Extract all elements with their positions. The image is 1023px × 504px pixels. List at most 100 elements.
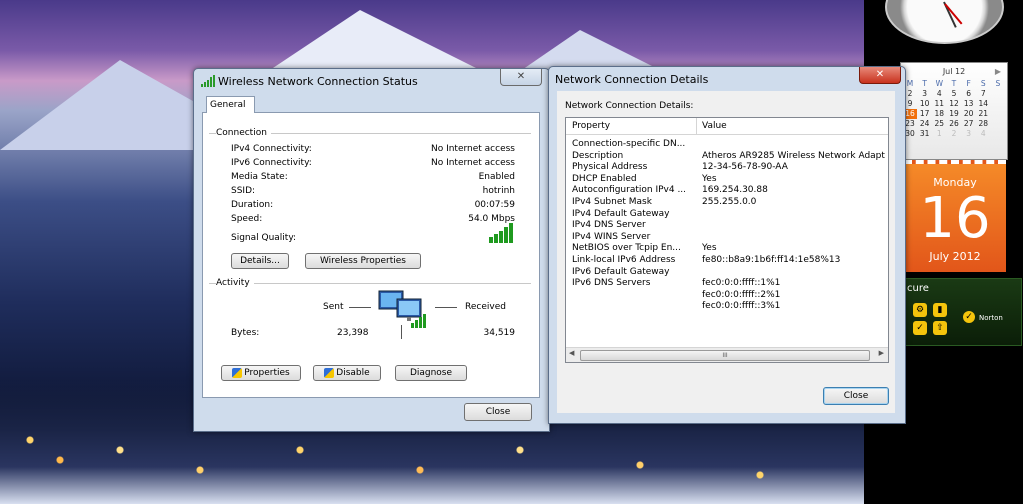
details-row-property: IPv4 Default Gateway xyxy=(572,208,670,219)
norton-update-icon[interactable]: ⇧ xyxy=(933,321,947,335)
details-row[interactable]: IPv4 Default Gateway xyxy=(566,209,888,220)
scroll-left-icon[interactable]: ◀ xyxy=(569,349,574,357)
bytes-sent-value: 23,398 xyxy=(337,328,369,338)
received-label: Received xyxy=(465,302,506,312)
network-computers-icon xyxy=(378,290,426,328)
details-row[interactable]: NetBIOS over Tcpip En... Yes xyxy=(566,243,888,254)
status-window-title: Wireless Network Connection Status xyxy=(218,75,418,88)
details-row[interactable]: Link-local IPv6 Address fe80::b8a9:1b6f:f… xyxy=(566,255,888,266)
norton-scan-icon[interactable]: ⚙ xyxy=(913,303,927,317)
diagnose-button[interactable]: Diagnose xyxy=(395,365,467,381)
details-row[interactable]: fec0:0:0:ffff::3%1 xyxy=(566,301,888,312)
details-row[interactable]: DHCP Enabled Yes xyxy=(566,174,888,185)
duration-label: Duration: xyxy=(231,200,274,210)
details-row[interactable]: Autoconfiguration IPv4 ... 169.254.30.88 xyxy=(566,185,888,196)
calendar-day-cell[interactable] xyxy=(991,119,1005,129)
properties-button[interactable]: Properties xyxy=(221,365,301,381)
details-row[interactable]: IPv6 DNS Servers fec0:0:0:ffff::1%1 xyxy=(566,278,888,289)
calendar-weekday-cell: T xyxy=(922,79,927,88)
calendar-day-cell[interactable]: 3 xyxy=(962,129,976,139)
calendar-day-cell[interactable]: 4 xyxy=(932,89,946,99)
details-row-value: Atheros AR9285 Wireless Network Adapt xyxy=(702,150,885,161)
details-row-property: NetBIOS over Tcpip En... xyxy=(572,243,681,254)
details-row[interactable]: IPv6 Default Gateway xyxy=(566,267,888,278)
media-state-value: Enabled xyxy=(478,172,515,182)
details-row[interactable]: IPv4 WINS Server xyxy=(566,232,888,243)
norton-title: cure xyxy=(907,283,929,294)
calendar-next-arrow-icon[interactable]: ▶ xyxy=(995,67,1001,76)
details-button[interactable]: Details... xyxy=(231,253,289,269)
column-header-value[interactable]: Value xyxy=(702,121,727,131)
calendar-day-cell[interactable]: 1 xyxy=(932,129,946,139)
details-close-button[interactable]: Close xyxy=(823,387,889,405)
details-listview[interactable]: Property Value Connection-specific DN...… xyxy=(565,117,889,363)
details-window-close-icon[interactable]: ✕ xyxy=(859,67,901,84)
disable-button[interactable]: Disable xyxy=(313,365,381,381)
details-group-label: Network Connection Details: xyxy=(565,101,694,111)
calendar-day-cell[interactable]: 24 xyxy=(918,119,932,129)
calendar-week-row: 16 17 18 19 20 21 xyxy=(903,109,1005,119)
calendar-day-cell[interactable]: 31 xyxy=(918,129,932,139)
calendar-day-cell[interactable]: 19 xyxy=(947,109,961,119)
calendar-day-cell[interactable] xyxy=(991,109,1005,119)
calendar-day-cell[interactable]: 27 xyxy=(962,119,976,129)
calendar-day-cell[interactable] xyxy=(991,99,1005,109)
details-row[interactable]: Connection-specific DN... xyxy=(566,139,888,150)
status-close-button[interactable]: Close xyxy=(464,403,532,421)
calendar-day-cell[interactable] xyxy=(991,129,1005,139)
activity-group-label: Activity xyxy=(216,278,254,288)
calendar-day-cell[interactable]: 5 xyxy=(947,89,961,99)
calendar-weekday-cell: S xyxy=(995,79,1001,88)
calendar-day-cell[interactable]: 10 xyxy=(918,99,932,109)
details-row-property: Autoconfiguration IPv4 ... xyxy=(572,185,687,196)
details-row[interactable]: Physical Address 12-34-56-78-90-AA xyxy=(566,162,888,173)
calendar-grid: M T W T F S S 2 3 4 5 6 7 9 10 11 12 13 14 16 17 18 19 20 21 23 24… xyxy=(903,79,1005,139)
norton-device-icon[interactable]: ▮ xyxy=(933,303,947,317)
wireless-properties-button[interactable]: Wireless Properties xyxy=(305,253,421,269)
media-state-label: Media State: xyxy=(231,172,288,182)
calendar-day-cell[interactable]: 18 xyxy=(932,109,946,119)
calendar-day-cell[interactable]: 26 xyxy=(947,119,961,129)
calendar-day-cell[interactable]: 4 xyxy=(976,129,990,139)
norton-brand: Norton xyxy=(979,314,1003,322)
status-window-close-icon[interactable]: ✕ xyxy=(500,69,542,86)
calendar-day-number: 16 xyxy=(919,186,991,251)
details-row[interactable]: IPv4 DNS Server xyxy=(566,220,888,231)
norton-gadget[interactable]: cure ⚙ ▮ ✓ ⇧ ✓ Norton xyxy=(902,278,1022,346)
calendar-day-cell[interactable]: 11 xyxy=(932,99,946,109)
calendar-day-cell[interactable]: 3 xyxy=(918,89,932,99)
calendar-week-row: 9 10 11 12 13 14 xyxy=(903,99,1005,109)
details-row-property: Physical Address xyxy=(572,162,648,173)
calendar-day-cell[interactable]: 14 xyxy=(976,99,990,109)
details-window: Network Connection Details ✕ Network Con… xyxy=(548,66,906,424)
calendar-day-cell[interactable]: 6 xyxy=(962,89,976,99)
calendar-day-cell[interactable]: 7 xyxy=(976,89,990,99)
norton-logo-check-icon: ✓ xyxy=(963,311,975,323)
ipv6-connectivity-label: IPv6 Connectivity: xyxy=(231,158,312,168)
tab-general[interactable]: General xyxy=(206,96,255,113)
calendar-day-cell[interactable]: 21 xyxy=(976,109,990,119)
calendar-day-cell[interactable]: 20 xyxy=(962,109,976,119)
horizontal-scrollbar[interactable]: ◀ III ▶ xyxy=(566,347,888,362)
details-row-property: Description xyxy=(572,150,624,161)
details-row[interactable]: IPv4 Subnet Mask 255.255.0.0 xyxy=(566,197,888,208)
details-row-value: fe80::b8a9:1b6f:ff14:1e58%13 xyxy=(702,255,841,265)
scroll-thumb[interactable]: III xyxy=(580,350,870,361)
calendar-day-cell[interactable] xyxy=(991,89,1005,99)
calendar-day-cell[interactable]: 25 xyxy=(932,119,946,129)
calendar-day-cell[interactable]: 2 xyxy=(947,129,961,139)
calendar-day-cell[interactable]: 28 xyxy=(976,119,990,129)
calendar-day-cell[interactable]: 13 xyxy=(962,99,976,109)
norton-check-icon[interactable]: ✓ xyxy=(913,321,927,335)
details-row[interactable]: fec0:0:0:ffff::2%1 xyxy=(566,290,888,301)
calendar-month-gadget[interactable]: Jul 12 ▶ M T W T F S S 2 3 4 5 6 7 9 10 11 12 13 14 16 17 18 1… xyxy=(900,62,1008,160)
calendar-day-cell[interactable]: 12 xyxy=(947,99,961,109)
desktop: Jul 12 ▶ M T W T F S S 2 3 4 5 6 7 9 10 11 12 13 14 16 17 18 1… xyxy=(0,0,1023,504)
ssid-value: hotrinh xyxy=(482,186,515,196)
details-row[interactable]: Description Atheros AR9285 Wireless Netwo… xyxy=(566,151,888,162)
scroll-right-icon[interactable]: ▶ xyxy=(879,349,884,357)
column-header-property[interactable]: Property xyxy=(572,121,610,131)
calendar-day-gadget[interactable]: Monday 16 July 2012 xyxy=(904,160,1006,272)
calendar-day-cell[interactable]: 17 xyxy=(918,109,932,119)
column-divider[interactable] xyxy=(696,118,697,134)
